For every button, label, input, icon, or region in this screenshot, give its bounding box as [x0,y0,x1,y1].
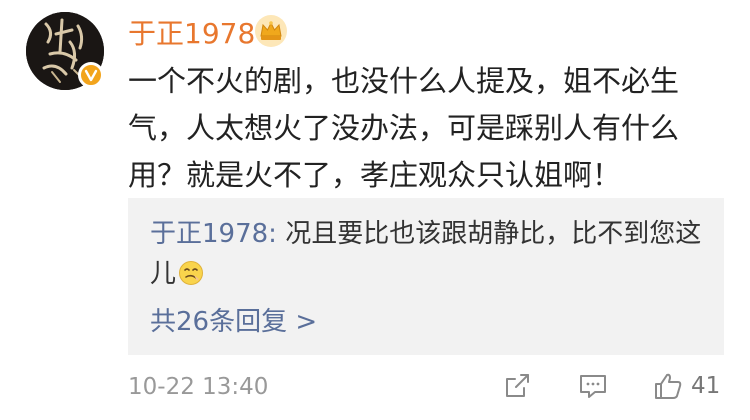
more-replies-link[interactable]: 共26条回复 > [150,306,317,338]
verified-badge [78,62,104,88]
comment-text: 一个不火的剧，也没什么人提及，姐不必生气，人太想火了没办法，可是踩别人有什么用？… [128,64,680,192]
reply-content: 于正1978: 况且要比也该跟胡静比，比不到您这儿 [150,214,710,294]
wry-smile-emoji [179,261,204,285]
reply-username[interactable]: 于正1978 [150,219,268,249]
share-icon [506,374,529,397]
reply-box[interactable]: 于正1978: 况且要比也该跟胡静比，比不到您这儿 共26条回复 > [128,198,724,355]
comment-icon [580,375,606,398]
thumbs-up-icon [655,373,682,399]
comment-timestamp: 10-22 13:40 [128,374,269,400]
like-count: 41 [691,373,721,399]
like-button[interactable]: 41 [653,368,720,404]
share-button[interactable] [503,368,531,404]
comment-button[interactable] [578,368,608,404]
verified-v-icon [84,69,98,82]
crown-icon [255,15,287,47]
reply-separator: : [268,219,286,249]
comment-username[interactable]: 于正1978 [128,18,255,50]
